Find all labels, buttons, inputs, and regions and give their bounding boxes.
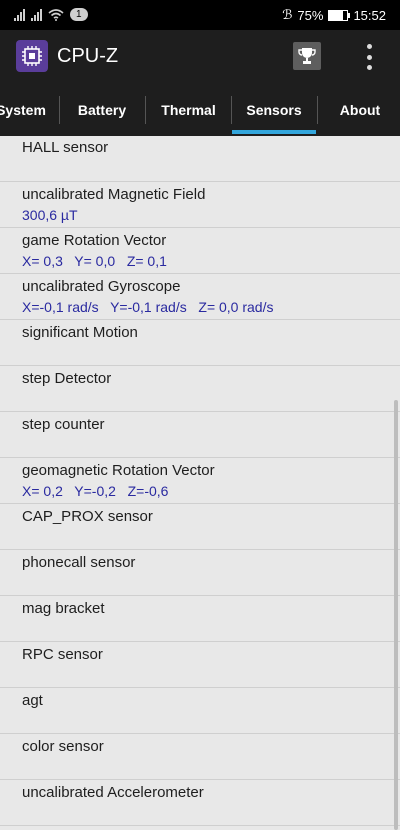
app-title: CPU-Z bbox=[57, 45, 119, 67]
list-item: RPC sensor bbox=[0, 642, 400, 688]
sensor-name: step counter bbox=[22, 416, 105, 433]
notification-count-badge: 1 bbox=[70, 8, 88, 21]
app-bar: CPU-Z bbox=[0, 30, 400, 84]
list-item: geomagnetic Rotation Vector X= 0,2 Y=-0,2… bbox=[0, 458, 400, 504]
cpu-chip-icon bbox=[16, 40, 48, 72]
list-item: significant Motion bbox=[0, 320, 400, 366]
tab-thermal[interactable]: Thermal bbox=[146, 84, 231, 136]
sensor-name: mag bracket bbox=[22, 600, 105, 617]
sensor-name: step Detector bbox=[22, 370, 112, 387]
sensor-value: X=-0,1 rad/s Y=-0,1 rad/s Z= 0,0 rad/s bbox=[22, 299, 274, 315]
list-item: color sensor bbox=[0, 734, 400, 780]
overflow-menu-icon[interactable] bbox=[361, 44, 377, 70]
list-item: CAP_PROX sensor bbox=[0, 504, 400, 550]
list-item: uncalibrated Magnetic Field 300,6 µT bbox=[0, 182, 400, 228]
tab-system[interactable]: System bbox=[0, 84, 58, 136]
status-right: ℬ 75% 15:52 bbox=[282, 7, 386, 23]
sensor-value: X= 0,2 Y=-0,2 Z=-0,6 bbox=[22, 483, 169, 499]
clock: 15:52 bbox=[353, 7, 386, 23]
sensor-name: game Rotation Vector bbox=[22, 232, 167, 249]
sensor-name: agt bbox=[22, 692, 43, 709]
list-item: mag bracket bbox=[0, 596, 400, 642]
tab-about[interactable]: About bbox=[318, 84, 400, 136]
list-item: HALL sensor bbox=[0, 136, 400, 182]
sensor-name: geomagnetic Rotation Vector bbox=[22, 462, 215, 479]
active-tab-indicator bbox=[232, 130, 316, 134]
battery-percent: 75% bbox=[297, 7, 324, 23]
list-item: step counter bbox=[0, 412, 400, 458]
sensor-name: uncalibrated Magnetic Field bbox=[22, 186, 206, 203]
list-item: phonecall sensor bbox=[0, 550, 400, 596]
sensor-name: phonecall sensor bbox=[22, 554, 136, 571]
scrollbar[interactable] bbox=[394, 400, 398, 830]
trophy-icon[interactable] bbox=[293, 42, 321, 70]
battery-icon bbox=[328, 9, 351, 21]
status-left: 1 bbox=[14, 8, 88, 21]
sensor-name: CAP_PROX sensor bbox=[22, 508, 153, 525]
status-bar: 1 ℬ 75% 15:52 bbox=[0, 0, 400, 30]
list-item: uncalibrated Accelerometer bbox=[0, 780, 400, 826]
sensor-value: 300,6 µT bbox=[22, 207, 78, 223]
sensor-name: significant Motion bbox=[22, 324, 138, 341]
sensor-list[interactable]: HALL sensor uncalibrated Magnetic Field 3… bbox=[0, 136, 400, 826]
tab-bar: System Battery Thermal Sensors About bbox=[0, 84, 400, 136]
sensor-name: HALL sensor bbox=[22, 139, 109, 156]
sensor-name: uncalibrated Gyroscope bbox=[22, 278, 181, 295]
sensor-value: X= 0,3 Y= 0,0 Z= 0,1 bbox=[22, 253, 167, 269]
list-item: uncalibrated Gyroscope X=-0,1 rad/s Y=-0,… bbox=[0, 274, 400, 320]
tab-battery[interactable]: Battery bbox=[60, 84, 144, 136]
signal-icon bbox=[14, 8, 25, 21]
list-item: agt bbox=[0, 688, 400, 734]
sensor-name: color sensor bbox=[22, 738, 104, 755]
signal-icon bbox=[31, 8, 42, 21]
list-item: step Detector bbox=[0, 366, 400, 412]
wifi-icon bbox=[48, 8, 64, 21]
list-item: game Rotation Vector X= 0,3 Y= 0,0 Z= 0,1 bbox=[0, 228, 400, 274]
sensor-name: uncalibrated Accelerometer bbox=[22, 784, 204, 801]
tab-sensors[interactable]: Sensors bbox=[232, 84, 316, 136]
sensor-name: RPC sensor bbox=[22, 646, 103, 663]
bluetooth-icon: ℬ bbox=[282, 7, 293, 22]
